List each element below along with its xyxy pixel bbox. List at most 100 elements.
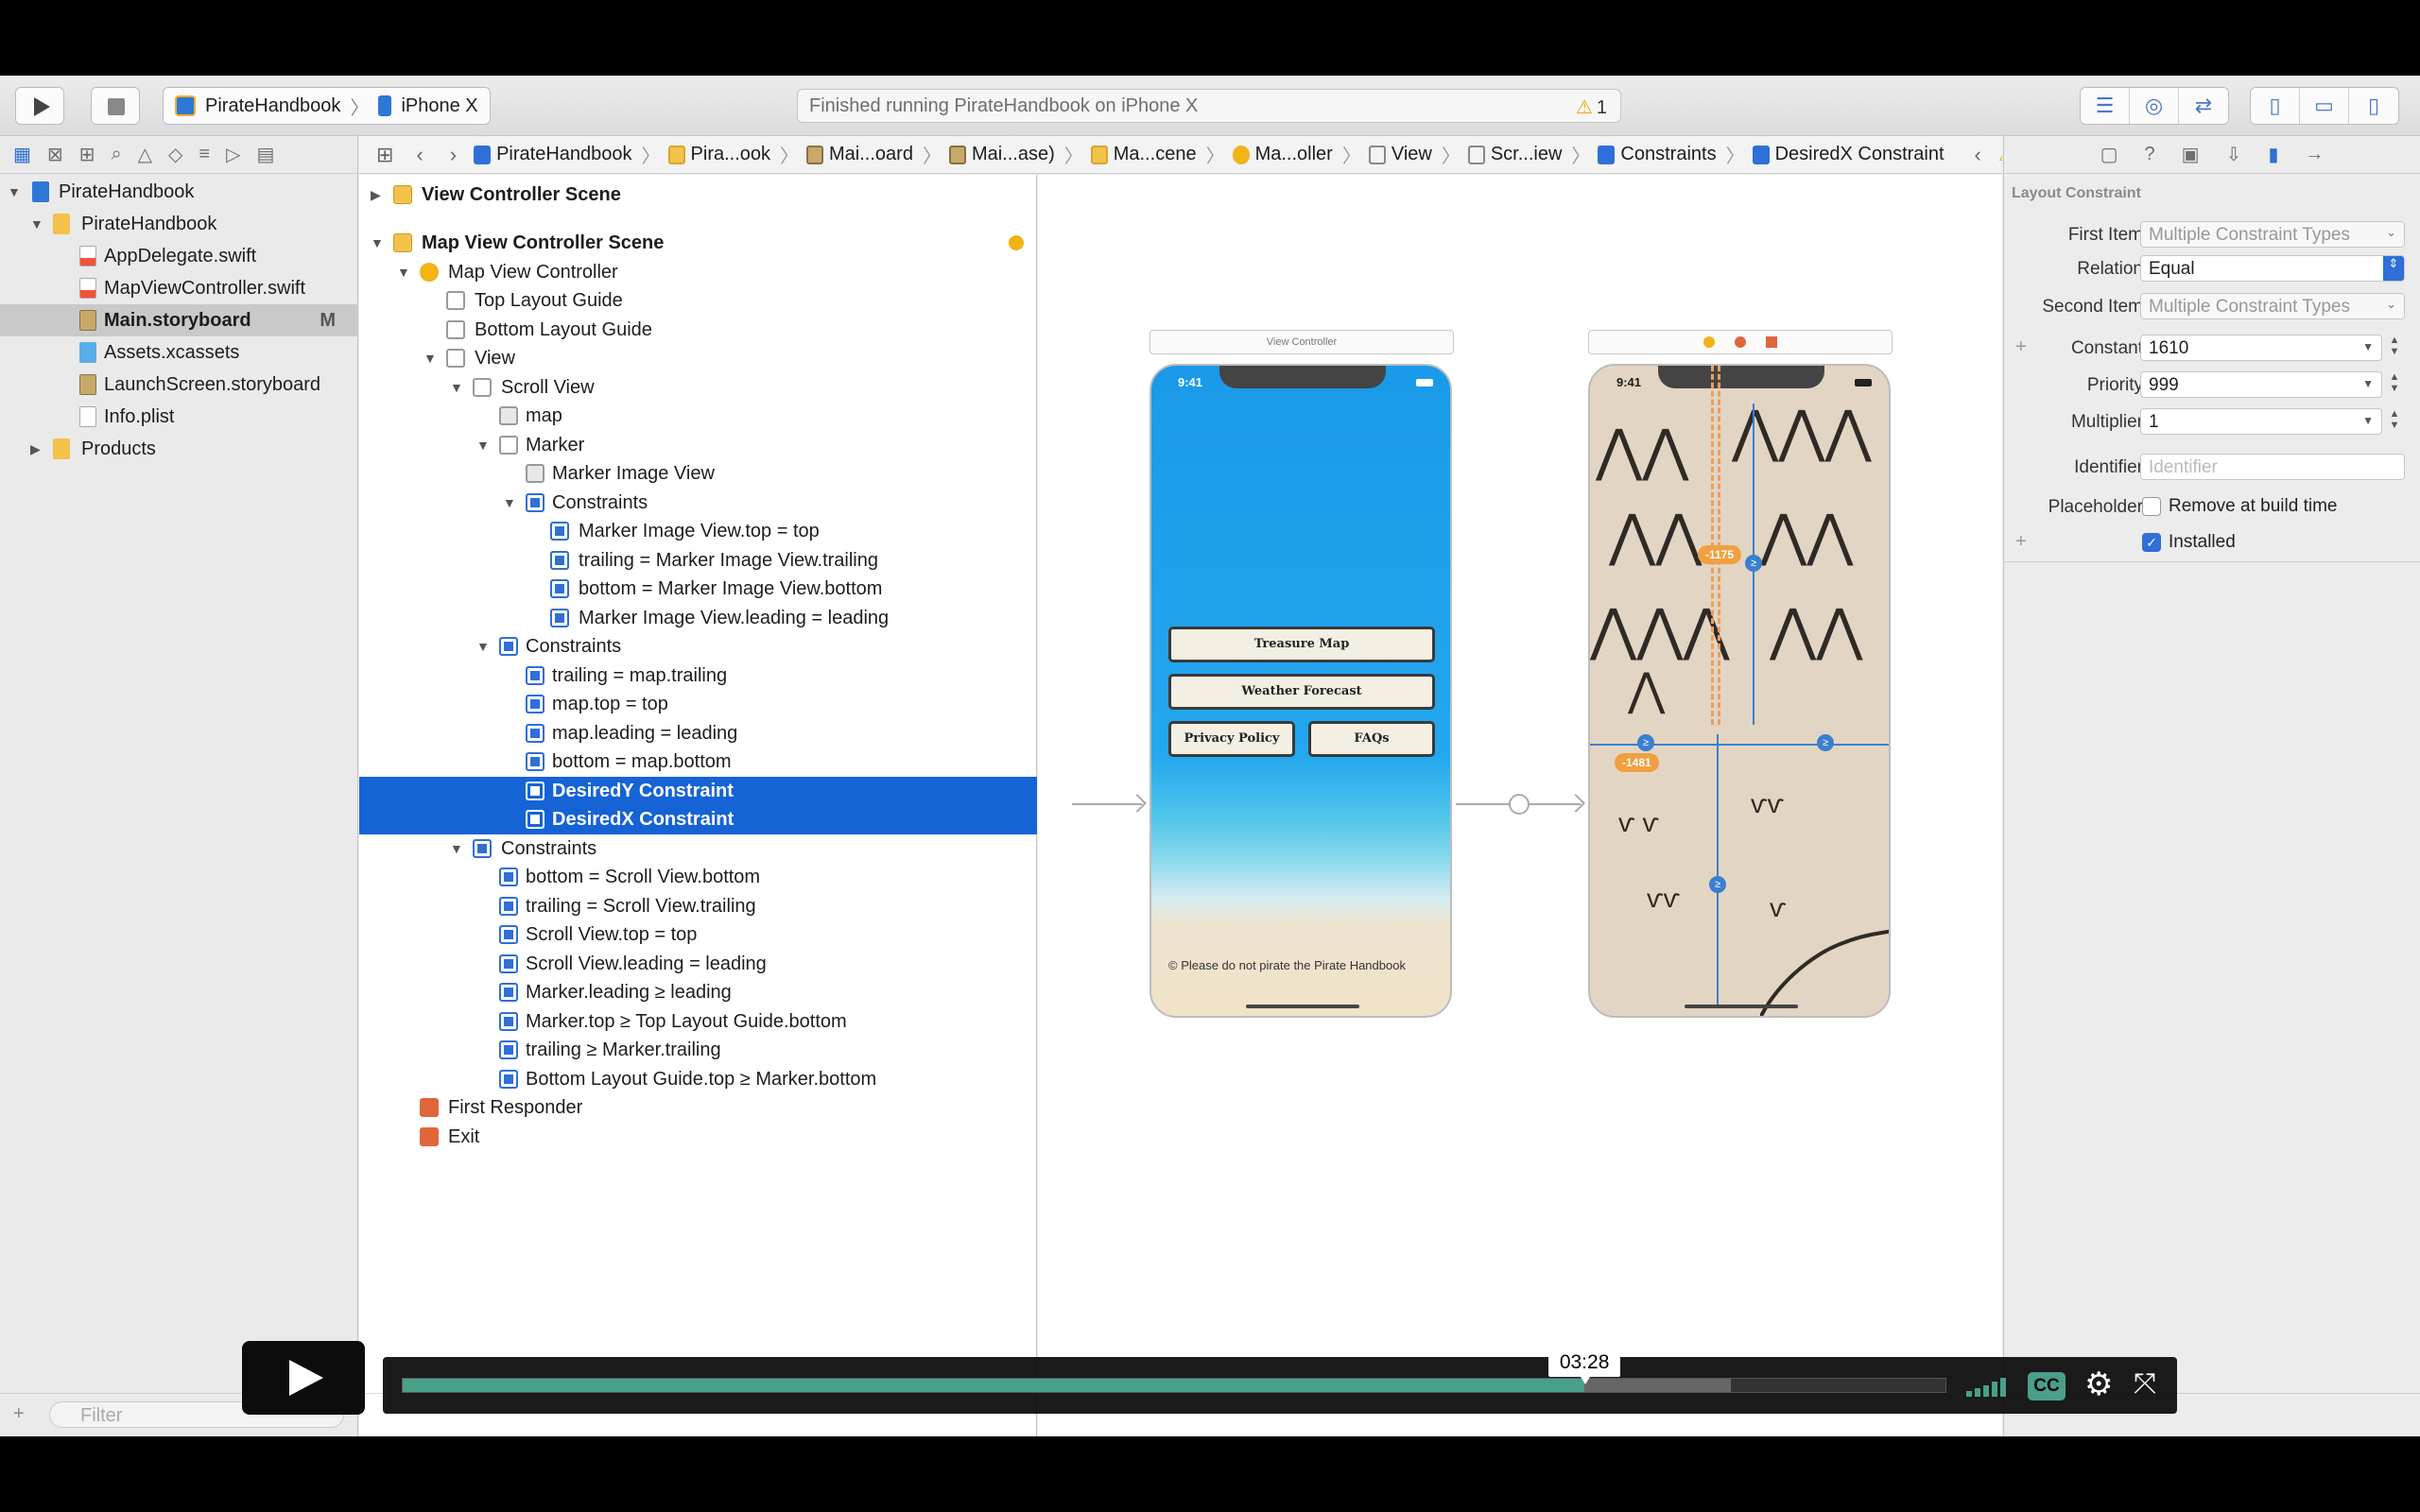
outline-row[interactable]: ▼ Constraints [359, 489, 1037, 518]
outline-row[interactable]: ▼ Map View Controller [359, 258, 1037, 287]
outline-row[interactable]: ▼ Marker [359, 431, 1037, 460]
entry-point-arrow[interactable] [1072, 803, 1142, 805]
identifier-input[interactable]: Identifier [2140, 454, 2405, 480]
scene-warning-icon[interactable] [1009, 235, 1024, 251]
assistant-editor-icon[interactable]: ◎ [2130, 88, 2179, 124]
constraint-node-icon[interactable]: ≥ [1745, 555, 1762, 572]
outline-row[interactable]: Bottom Layout Guide [359, 316, 1037, 345]
inspector-toggle-icon[interactable]: ▯ [2349, 88, 2398, 124]
triangle-down-icon[interactable]: ▼ [2362, 377, 2374, 390]
triangle-down-icon[interactable]: ▼ [2362, 414, 2374, 427]
back-arrow-icon[interactable]: ‹ [406, 143, 432, 167]
outline-row[interactable]: Bottom Layout Guide.top ≥ Marker.bottom [359, 1065, 1037, 1094]
disclosure-open-icon[interactable]: ▼ [450, 380, 463, 395]
outline-row[interactable]: bottom = map.bottom [359, 747, 1037, 777]
file-row[interactable]: ▼ PirateHandbook [0, 176, 358, 208]
outline-row[interactable]: trailing = Marker Image View.trailing [359, 546, 1037, 576]
file-row[interactable]: Assets.xcassets [0, 336, 358, 369]
outline-row[interactable]: ▼ View [359, 344, 1037, 373]
constraint-line[interactable] [1590, 744, 1889, 746]
identity-inspector-icon[interactable]: ▣ [2182, 143, 2200, 166]
constraint-node-icon[interactable]: ≥ [1709, 876, 1726, 893]
warning-indicator[interactable]: ⚠ 1 [1576, 95, 1607, 119]
privacy-policy-button[interactable]: Privacy Policy [1168, 721, 1295, 757]
jump-crumb[interactable]: Mai...oard 〉 [806, 141, 942, 168]
outline-row[interactable]: Top Layout Guide [359, 286, 1037, 316]
jump-crumb[interactable]: Mai...ase) 〉 [948, 141, 1083, 168]
gear-icon[interactable]: ⚙ [2084, 1368, 2113, 1400]
outline-row[interactable]: map.leading = leading [359, 719, 1037, 748]
first-responder-icon[interactable] [1735, 336, 1746, 348]
outline-row[interactable]: ▼ Constraints [359, 632, 1037, 662]
disclosure-open-icon[interactable]: ▼ [30, 216, 43, 232]
source-control-icon[interactable]: ⊠ [47, 143, 63, 166]
map-view-controller-phone[interactable]: 9:41 ⋀⋀ ⋀⋀⋀ ⋀⋀ ⋀⋀ ⋀⋀⋀ ⋀⋀ ⋀ ѵ ѵ ѵѵ ѵѵ ѵ -… [1588, 364, 1891, 1018]
outline-row[interactable]: map [359, 402, 1037, 431]
file-row[interactable]: LaunchScreen.storyboard [0, 369, 358, 401]
outline-row-selected[interactable]: DesiredY Constraint [359, 777, 1037, 806]
constraint-node-icon[interactable]: ≥ [1637, 734, 1654, 751]
outline-row[interactable]: Marker.top ≥ Top Layout Guide.bottom [359, 1007, 1037, 1037]
scene-title-bar[interactable]: View Controller [1150, 330, 1454, 354]
interface-builder-canvas[interactable]: View Controller 9:41 Treasure Map Weathe… [1038, 175, 2002, 1436]
segue-icon[interactable] [1509, 794, 1530, 815]
file-row[interactable]: AppDelegate.swift [0, 240, 358, 272]
file-row-selected[interactable]: Main.storyboard M [0, 304, 358, 336]
outline-row[interactable]: ▼ Map View Controller Scene [359, 229, 1037, 258]
prev-issue-icon[interactable]: ‹ [1965, 143, 1991, 167]
symbol-icon[interactable]: ⊞ [79, 143, 95, 166]
priority-field[interactable]: 999 ▼ [2140, 371, 2382, 398]
activity-status[interactable]: Finished running PirateHandbook on iPhon… [797, 89, 1621, 123]
scene-title-bar[interactable] [1588, 330, 1893, 354]
remove-at-build-checkbox[interactable] [2142, 497, 2161, 516]
outline-row[interactable]: Marker Image View.top = top [359, 517, 1037, 546]
version-editor-icon[interactable]: ⇄ [2179, 88, 2228, 124]
jump-crumb[interactable]: Scr...iew 〉 [1467, 141, 1590, 168]
standard-editor-icon[interactable]: ☰ [2081, 88, 2130, 124]
outline-row-selected[interactable]: DesiredX Constraint [359, 805, 1037, 834]
file-row[interactable]: ▼ PirateHandbook [0, 208, 358, 240]
related-items-icon[interactable]: ⊞ [371, 143, 399, 167]
disclosure-open-icon[interactable]: ▼ [424, 351, 437, 366]
view-controller-icon[interactable] [1703, 336, 1715, 348]
multiplier-stepper[interactable]: ▲ ▼ [2386, 408, 2403, 435]
outline-row[interactable]: Exit [359, 1123, 1037, 1152]
jump-crumb[interactable]: PirateHandbook 〉 [474, 141, 661, 168]
outline-row[interactable]: ▼ Constraints [359, 834, 1037, 864]
add-variation-icon[interactable]: + [2015, 531, 2027, 553]
view-controller-phone[interactable]: 9:41 Treasure Map Weather Forecast Priva… [1150, 364, 1452, 1018]
exit-icon[interactable] [1766, 336, 1778, 348]
weather-forecast-button[interactable]: Weather Forecast [1168, 674, 1435, 710]
video-play-button[interactable] [242, 1341, 365, 1415]
video-scrubber[interactable]: 03:28 [402, 1349, 1946, 1393]
warning-icon[interactable]: ⚠ [1998, 143, 2002, 166]
folder-icon[interactable]: ▦ [13, 143, 31, 166]
disclosure-open-icon[interactable]: ▼ [397, 265, 410, 280]
multiplier-field[interactable]: 1 ▼ [2140, 408, 2382, 435]
forward-arrow-icon[interactable]: › [441, 143, 466, 167]
closed-captions-button[interactable]: CC [2028, 1372, 2066, 1400]
constraint-y-badge[interactable]: -1175 [1698, 545, 1742, 564]
jump-crumb[interactable]: Ma...cene 〉 [1090, 141, 1225, 168]
disclosure-closed-icon[interactable]: ▶ [30, 441, 41, 457]
outline-row[interactable]: trailing = map.trailing [359, 662, 1037, 691]
run-button[interactable] [15, 87, 64, 125]
outline-row[interactable]: Scroll View.leading = leading [359, 950, 1037, 979]
add-icon[interactable]: + [13, 1403, 25, 1425]
first-item-popup[interactable]: Multiple Constraint Types ⌄ [2140, 221, 2405, 248]
connections-inspector-icon[interactable]: → [2305, 144, 2324, 165]
outline-row[interactable]: Scroll View.top = top [359, 920, 1037, 950]
file-row[interactable]: ▶ Products [0, 433, 358, 465]
jump-crumb[interactable]: DesiredX Constraint [1752, 144, 1945, 165]
installed-checkbox[interactable]: ✓ [2142, 533, 2161, 552]
volume-icon[interactable] [1966, 1378, 2010, 1397]
navigator-toggle-icon[interactable]: ▯ [2251, 88, 2300, 124]
relation-popup[interactable]: Equal ⇕ [2140, 255, 2405, 282]
fullscreen-icon[interactable]: ⤧ [2134, 1370, 2156, 1399]
test-icon[interactable]: ◇ [168, 143, 182, 166]
outline-row[interactable]: First Responder [359, 1093, 1037, 1123]
breakpoint-icon[interactable]: ▷ [226, 143, 240, 166]
outline-row[interactable]: ▼ Scroll View [359, 373, 1037, 403]
search-icon[interactable]: ⌕ [111, 144, 121, 165]
stop-button[interactable] [91, 87, 140, 125]
